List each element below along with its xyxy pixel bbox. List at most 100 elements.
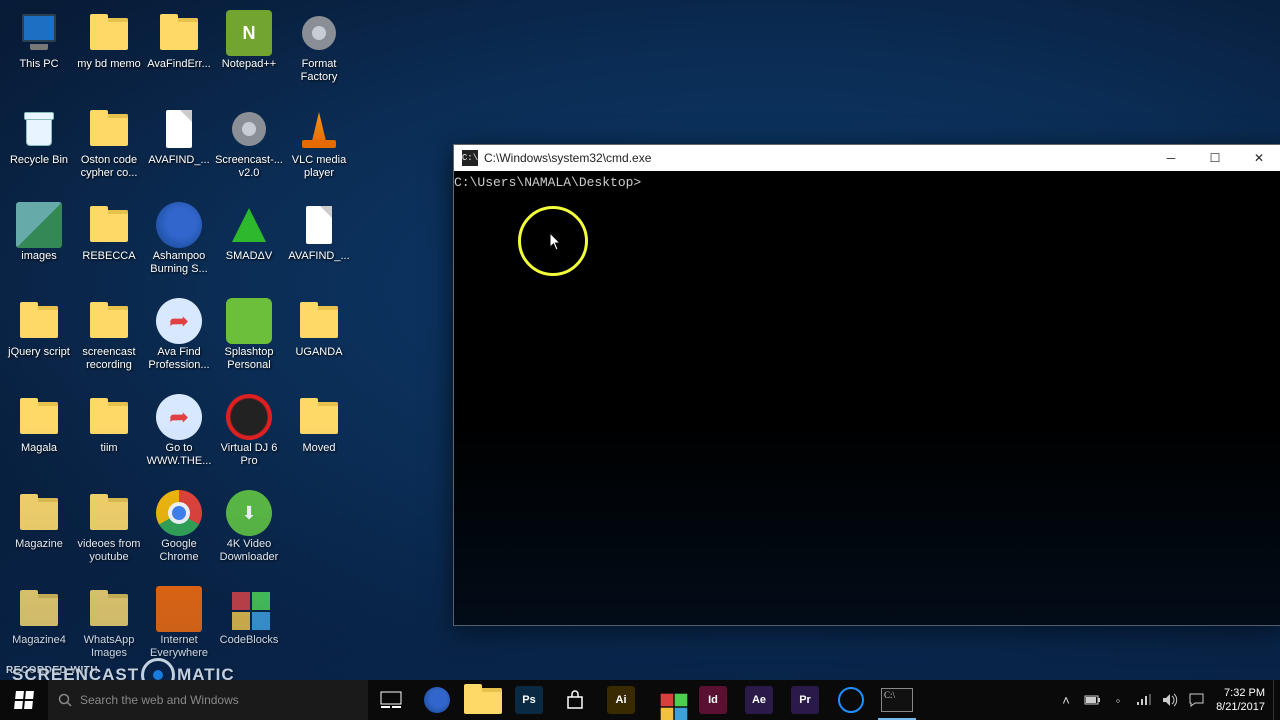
tray-overflow-icon[interactable]: ˄ — [1058, 692, 1074, 708]
desktop-icon-label: WhatsApp Images — [74, 634, 144, 660]
desktop-icon-avafind[interactable]: AVAFIND_... — [284, 198, 354, 294]
desktop-icon-magala[interactable]: Magala — [4, 390, 74, 486]
minimize-button[interactable]: ─ — [1149, 145, 1193, 171]
system-tray[interactable]: ˄ ◦ — [1050, 680, 1212, 720]
close-button[interactable]: ✕ — [1237, 145, 1280, 171]
desktop-icon-splashtop-personal[interactable]: Splashtop Personal — [214, 294, 284, 390]
dk4-icon — [226, 490, 272, 536]
desktop-icon-go-to-www-the[interactable]: Go to WWW.THE... — [144, 390, 214, 486]
store-icon — [564, 689, 586, 711]
desktop-icon-vlc-media-player[interactable]: VLC media player — [284, 102, 354, 198]
arrow-icon — [156, 394, 202, 440]
battery-icon[interactable] — [1084, 692, 1100, 708]
desktop-icon-virtual-dj-6-pro[interactable]: Virtual DJ 6 Pro — [214, 390, 284, 486]
desktop-icon-label: REBECCA — [81, 250, 136, 263]
network-icon[interactable] — [1136, 692, 1152, 708]
taskbar-file-explorer[interactable] — [460, 680, 506, 720]
folder-icon — [86, 10, 132, 56]
file-explorer-icon — [468, 687, 498, 713]
desktop-icon-label: screencast recording — [74, 346, 144, 372]
desktop-icon-label: AVAFIND_... — [287, 250, 350, 263]
folder-icon — [16, 586, 62, 632]
desktop-icon-whatsapp-images[interactable]: WhatsApp Images — [74, 582, 144, 678]
desktop-icon-uganda[interactable]: UGANDA — [284, 294, 354, 390]
desktop[interactable]: This PCmy bd memoAvaFindErr...Notepad++F… — [0, 0, 1280, 720]
taskbar-edge[interactable] — [414, 680, 460, 720]
desktop-icon-label: Google Chrome — [144, 538, 214, 564]
tray-app-icon[interactable]: ◦ — [1110, 692, 1126, 708]
cmd-window[interactable]: C:\ C:\Windows\system32\cmd.exe ─ ☐ ✕ C:… — [453, 144, 1280, 626]
taskbar-indesign[interactable]: Id — [690, 680, 736, 720]
edge-icon — [424, 687, 450, 713]
cb-icon — [226, 586, 272, 632]
desktop-icon-magazine[interactable]: Magazine — [4, 486, 74, 582]
desktop-icon-label: Ashampoo Burning S... — [144, 250, 214, 276]
desktop-icon-magazine4[interactable]: Magazine4 — [4, 582, 74, 678]
desktop-icon-notepad[interactable]: Notepad++ — [214, 6, 284, 102]
desktop-icon-jquery-script[interactable]: jQuery script — [4, 294, 74, 390]
taskbar-store[interactable] — [552, 680, 598, 720]
desktop-icon-ava-find-profession[interactable]: Ava Find Profession... — [144, 294, 214, 390]
pic-icon — [16, 202, 62, 248]
desktop-icon-4k-video-downloader[interactable]: 4K Video Downloader — [214, 486, 284, 582]
action-center-icon[interactable] — [1188, 692, 1204, 708]
desktop-icon-label: images — [20, 250, 57, 263]
cmd-body[interactable]: C:\Users\NAMALA\Desktop> — [454, 171, 1280, 625]
desktop-icon-google-chrome[interactable]: Google Chrome — [144, 486, 214, 582]
taskbar[interactable]: Search the web and Windows Ps Ai Id Ae Pr C:\… — [0, 680, 1280, 720]
desktop-icon-smad-v[interactable]: SMADΔV — [214, 198, 284, 294]
desktop-icon-this-pc[interactable]: This PC — [4, 6, 74, 102]
office-icon — [657, 690, 678, 711]
illustrator-icon: Ai — [607, 686, 635, 714]
desktop-icon-rebecca[interactable]: REBECCA — [74, 198, 144, 294]
taskbar-search[interactable]: Search the web and Windows — [48, 680, 368, 720]
recorded-with-label: RECORDED WITH — [6, 665, 98, 676]
desktop-icon-avafinderr[interactable]: AvaFindErr... — [144, 6, 214, 102]
desktop-icon-label: Virtual DJ 6 Pro — [214, 442, 284, 468]
desktop-icon-images[interactable]: images — [4, 198, 74, 294]
desktop-icon-my-bd-memo[interactable]: my bd memo — [74, 6, 144, 102]
desktop-icon-screencast-recording[interactable]: screencast recording — [74, 294, 144, 390]
desktop-icon-label: CodeBlocks — [219, 634, 280, 647]
chrome-icon — [156, 490, 202, 536]
desktop-icon-codeblocks[interactable]: CodeBlocks — [214, 582, 284, 678]
taskbar-office[interactable] — [644, 680, 690, 720]
desktop-icon-oston-code-cypher-co[interactable]: Oston code cypher co... — [74, 102, 144, 198]
taskbar-task-view[interactable] — [368, 680, 414, 720]
show-desktop-button[interactable] — [1273, 680, 1280, 720]
taskbar-clock[interactable]: 7:32 PM 8/21/2017 — [1212, 680, 1273, 720]
desktop-icon-label: Oston code cypher co... — [74, 154, 144, 180]
desktop-icon-label: Magala — [20, 442, 58, 455]
screencast-icon — [838, 687, 864, 713]
taskbar-pinned: Ps Ai Id Ae Pr C:\ — [368, 680, 920, 720]
desktop-icon-format-factory[interactable]: Format Factory — [284, 6, 354, 102]
desktop-icon-label: SMADΔV — [225, 250, 273, 263]
desktop-icon-label: 4K Video Downloader — [214, 538, 284, 564]
taskbar-screencast[interactable] — [828, 680, 874, 720]
desktop-icon-recycle-bin[interactable]: Recycle Bin — [4, 102, 74, 198]
taskbar-illustrator[interactable]: Ai — [598, 680, 644, 720]
maximize-button[interactable]: ☐ — [1193, 145, 1237, 171]
desktop-icon-label: videoes from youtube — [74, 538, 144, 564]
desktop-icon-internet-everywhere[interactable]: Internet Everywhere — [144, 582, 214, 678]
volume-icon[interactable] — [1162, 692, 1178, 708]
cmd-icon: C:\ — [462, 150, 478, 166]
desktop-icon-videoes-from-youtube[interactable]: videoes from youtube — [74, 486, 144, 582]
desktop-icon-avafind[interactable]: AVAFIND_... — [144, 102, 214, 198]
taskbar-cmd[interactable]: C:\ — [874, 680, 920, 720]
desktop-icon-moved[interactable]: Moved — [284, 390, 354, 486]
folder-icon — [86, 394, 132, 440]
taskbar-photoshop[interactable]: Ps — [506, 680, 552, 720]
folder-icon — [296, 298, 342, 344]
desktop-icon-ashampoo-burning-s[interactable]: Ashampoo Burning S... — [144, 198, 214, 294]
start-button[interactable] — [0, 680, 48, 720]
taskbar-after-effects[interactable]: Ae — [736, 680, 782, 720]
desktop-icon-tiim[interactable]: tiim — [74, 390, 144, 486]
after-effects-icon: Ae — [745, 686, 773, 714]
folder-icon — [156, 10, 202, 56]
cmd-titlebar[interactable]: C:\ C:\Windows\system32\cmd.exe ─ ☐ ✕ — [454, 145, 1280, 171]
premiere-icon: Pr — [791, 686, 819, 714]
taskbar-premiere[interactable]: Pr — [782, 680, 828, 720]
desktop-icon-screencast-v2-0[interactable]: Screencast-... v2.0 — [214, 102, 284, 198]
green-tri-icon — [226, 202, 272, 248]
